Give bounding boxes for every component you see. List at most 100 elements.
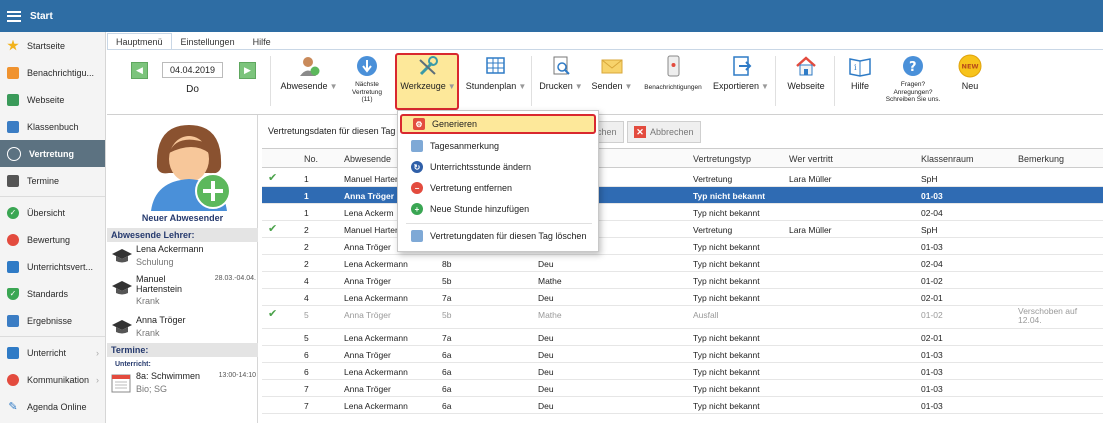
calendar-icon — [7, 174, 19, 187]
sidebar-item-standards[interactable]: ✓ Standards — [0, 280, 105, 307]
menu-item-unterrichtsstunde-aendern[interactable]: ↻ Unterrichtsstunde ändern — [400, 157, 596, 177]
abwesende-button[interactable]: Abwesende ▼ — [281, 54, 338, 112]
absent-teacher-item[interactable]: Lena Ackermann Schulung — [107, 244, 258, 276]
menu-item-label: Tagesanmerkung — [430, 141, 500, 151]
envelope-icon — [7, 66, 19, 79]
sidebar-divider — [0, 336, 105, 337]
menu-item-generieren[interactable]: ⚙ Generieren — [400, 114, 596, 134]
menu-item-neue-stunde[interactable]: + Neue Stunde hinzufügen — [400, 199, 596, 219]
table-cell: Lena Ackermann — [344, 367, 408, 377]
table-row[interactable]: 1 Anna Tröger Typ nicht bekannt 01-03 — [262, 187, 1103, 204]
table-row[interactable]: 4 Anna Tröger 5b Mathe Typ nicht bekannt 01-0… — [262, 272, 1103, 289]
feedback-button[interactable]: ? Fragen? Anregungen? Schreiben Sie uns. — [881, 54, 945, 112]
pen-icon: ✎ — [8, 401, 18, 413]
table-row[interactable]: 2 Lena Ackermann 8b Deu Typ nicht bekannt 02-… — [262, 255, 1103, 272]
dropdown-arrow-icon: ▼ — [329, 82, 338, 91]
sidebar-item-label: Unterricht — [27, 347, 67, 358]
table-cell: Mathe — [538, 276, 562, 286]
prev-day-button[interactable]: ◀ — [131, 62, 148, 79]
table-row[interactable]: 6 Anna Tröger 6a Deu Typ nicht bekannt 01-03 — [262, 346, 1103, 363]
hamburger-menu-icon[interactable] — [7, 10, 21, 22]
table-cell: 7a — [442, 333, 452, 343]
col-bemerkung[interactable]: Bemerkung — [1018, 154, 1064, 164]
sidebar-item-label: Standards — [27, 288, 69, 299]
senden-button[interactable]: Senden ▼ — [591, 54, 633, 112]
sidebar-item-kommunikation[interactable]: Kommunikation › — [0, 366, 105, 393]
dropdown-arrow-icon: ▼ — [518, 82, 527, 91]
neu-button[interactable]: NEW Neu — [953, 54, 987, 112]
abbrechen-button[interactable]: ✕ Abbrechen — [627, 121, 701, 143]
hilfe-button[interactable]: i Hilfe — [844, 54, 876, 112]
sidebar-item-bewertung[interactable]: Bewertung — [0, 226, 105, 253]
col-wer-vertritt[interactable]: Wer vertritt — [789, 154, 833, 164]
table-row[interactable]: 7 Anna Tröger 6a Deu Typ nicht bekannt 01-03 — [262, 380, 1103, 397]
table-row[interactable]: ✔ 5 Anna Tröger 5b Mathe Ausfall 01-02 Verschob… — [262, 306, 1103, 329]
drucken-button[interactable]: Drucken ▼ — [539, 54, 583, 112]
sidebar-item-klassenbuch[interactable]: Klassenbuch — [0, 113, 105, 140]
sidebar-item-unterrichtsverteilung[interactable]: Unterrichtsvert... — [0, 253, 105, 280]
menu-item-vertretungsdaten-loeschen[interactable]: Vertretungdaten für diesen Tag löschen — [400, 226, 596, 246]
envelope-icon — [600, 54, 624, 78]
table-cell: Lena Ackerm — [344, 208, 394, 218]
table-row[interactable]: ✔ 1 Manuel Harten Vertretung Lara Müller SpH — [262, 170, 1103, 187]
person-icon — [7, 146, 21, 161]
ribbon-divider — [834, 56, 835, 106]
col-vertretungstyp[interactable]: Vertretungstyp — [693, 154, 751, 164]
table-cell: Lena Ackermann — [344, 401, 408, 411]
table-row[interactable]: 4 Lena Ackermann 7a Deu Typ nicht bekannt 02-… — [262, 289, 1103, 306]
sidebar-item-ergebnisse[interactable]: Ergebnisse — [0, 307, 105, 334]
table-row[interactable]: 6 Lena Ackermann 6a Deu Typ nicht bekannt 01-… — [262, 363, 1103, 380]
help-book-icon: i — [848, 54, 872, 78]
termine-heading: Termine: — [107, 343, 258, 357]
house-icon — [7, 93, 19, 106]
checkmark-icon: ✔ — [268, 223, 278, 235]
table-row[interactable]: 5 Lena Ackermann 7a Deu Typ nicht bekannt 02-… — [262, 329, 1103, 346]
sidebar-item-agenda-online[interactable]: ✎ Agenda Online — [0, 393, 105, 420]
senden-label: Senden — [591, 81, 623, 91]
table-row[interactable]: 1 Lena Ackerm Typ nicht bekannt 02-04 — [262, 204, 1103, 221]
sidebar-item-unterricht[interactable]: Unterricht › — [0, 339, 105, 366]
menu-item-label: Vertretung entfernen — [430, 183, 513, 193]
benachrichtigungen-button[interactable]: Benachrichtigungen — [641, 54, 705, 112]
sidebar-item-termine[interactable]: Termine — [0, 167, 105, 194]
table-row[interactable]: 7 Lena Ackermann 6a Deu Typ nicht bekannt 01-… — [262, 397, 1103, 414]
tab-einstellungen[interactable]: Einstellungen — [172, 33, 244, 49]
menu-item-tagesanmerkung[interactable]: Tagesanmerkung — [400, 136, 596, 156]
sidebar-item-startseite[interactable]: Startseite — [0, 32, 105, 59]
table-row[interactable]: ✔ 2 Manuel Harten Vertretung Lara Müller SpH — [262, 221, 1103, 238]
menu-item-label: Generieren — [432, 119, 478, 129]
menu-item-label: Neue Stunde hinzufügen — [430, 204, 530, 214]
exportieren-button[interactable]: Exportieren ▼ — [710, 54, 772, 112]
webseite-button[interactable]: Webseite — [783, 54, 829, 112]
person-add-icon — [297, 54, 321, 78]
table-cell: 5 — [304, 333, 309, 343]
print-preview-icon — [549, 54, 573, 78]
col-klassenraum[interactable]: Klassenraum — [921, 154, 974, 164]
naechste-vertretung-button[interactable]: Nächste Vertretung (11) — [348, 54, 386, 112]
sidebar-item-benachrichtigungen[interactable]: Benachrichtigu... — [0, 59, 105, 86]
stundenplan-button[interactable]: Stundenplan ▼ — [464, 54, 528, 112]
table-cell: Typ nicht bekannt — [693, 350, 760, 360]
new-absent-label[interactable]: Neuer Abwesender — [107, 213, 258, 223]
gauge-icon — [7, 233, 19, 246]
shield-icon: ✓ — [7, 287, 19, 300]
sidebar-item-webseite[interactable]: Webseite — [0, 86, 105, 113]
sidebar-item-label: Unterrichtsvert... — [27, 261, 94, 272]
sidebar-item-vertretung[interactable]: Vertretung — [0, 140, 105, 167]
sidebar-item-uebersicht[interactable]: ✓ Übersicht — [0, 199, 105, 226]
date-input[interactable]: 04.04.2019 — [162, 62, 223, 78]
col-no[interactable]: No. — [304, 154, 318, 164]
hilfe-label: Hilfe — [850, 81, 869, 91]
menu-item-vertretung-entfernen[interactable]: − Vertretung entfernen — [400, 178, 596, 198]
tab-hauptmenue[interactable]: Hauptmenü — [107, 33, 172, 49]
tab-hilfe[interactable]: Hilfe — [244, 33, 280, 49]
next-day-button[interactable]: ▶ — [239, 62, 256, 79]
col-abwesende[interactable]: Abwesende — [344, 154, 391, 164]
werkzeuge-dropdown-menu: ⚙ Generieren Tagesanmerkung ↻ Unterricht… — [397, 110, 599, 252]
vertretungsdaten-label: Vertretungsdaten für diesen Tag — [268, 126, 396, 136]
termin-item[interactable]: 8a: Schwimmen 13:00-14:10 Bio; SG — [107, 371, 258, 403]
table-row[interactable]: 2 Anna Tröger Typ nicht bekannt 01-03 — [262, 238, 1103, 255]
werkzeuge-button[interactable]: Werkzeuge ▼ — [397, 54, 459, 112]
new-absent-avatar-icon[interactable] — [147, 119, 231, 215]
absent-teacher-item[interactable]: Manuel Hartenstein 28.03.-04.04. Krank — [107, 274, 258, 306]
